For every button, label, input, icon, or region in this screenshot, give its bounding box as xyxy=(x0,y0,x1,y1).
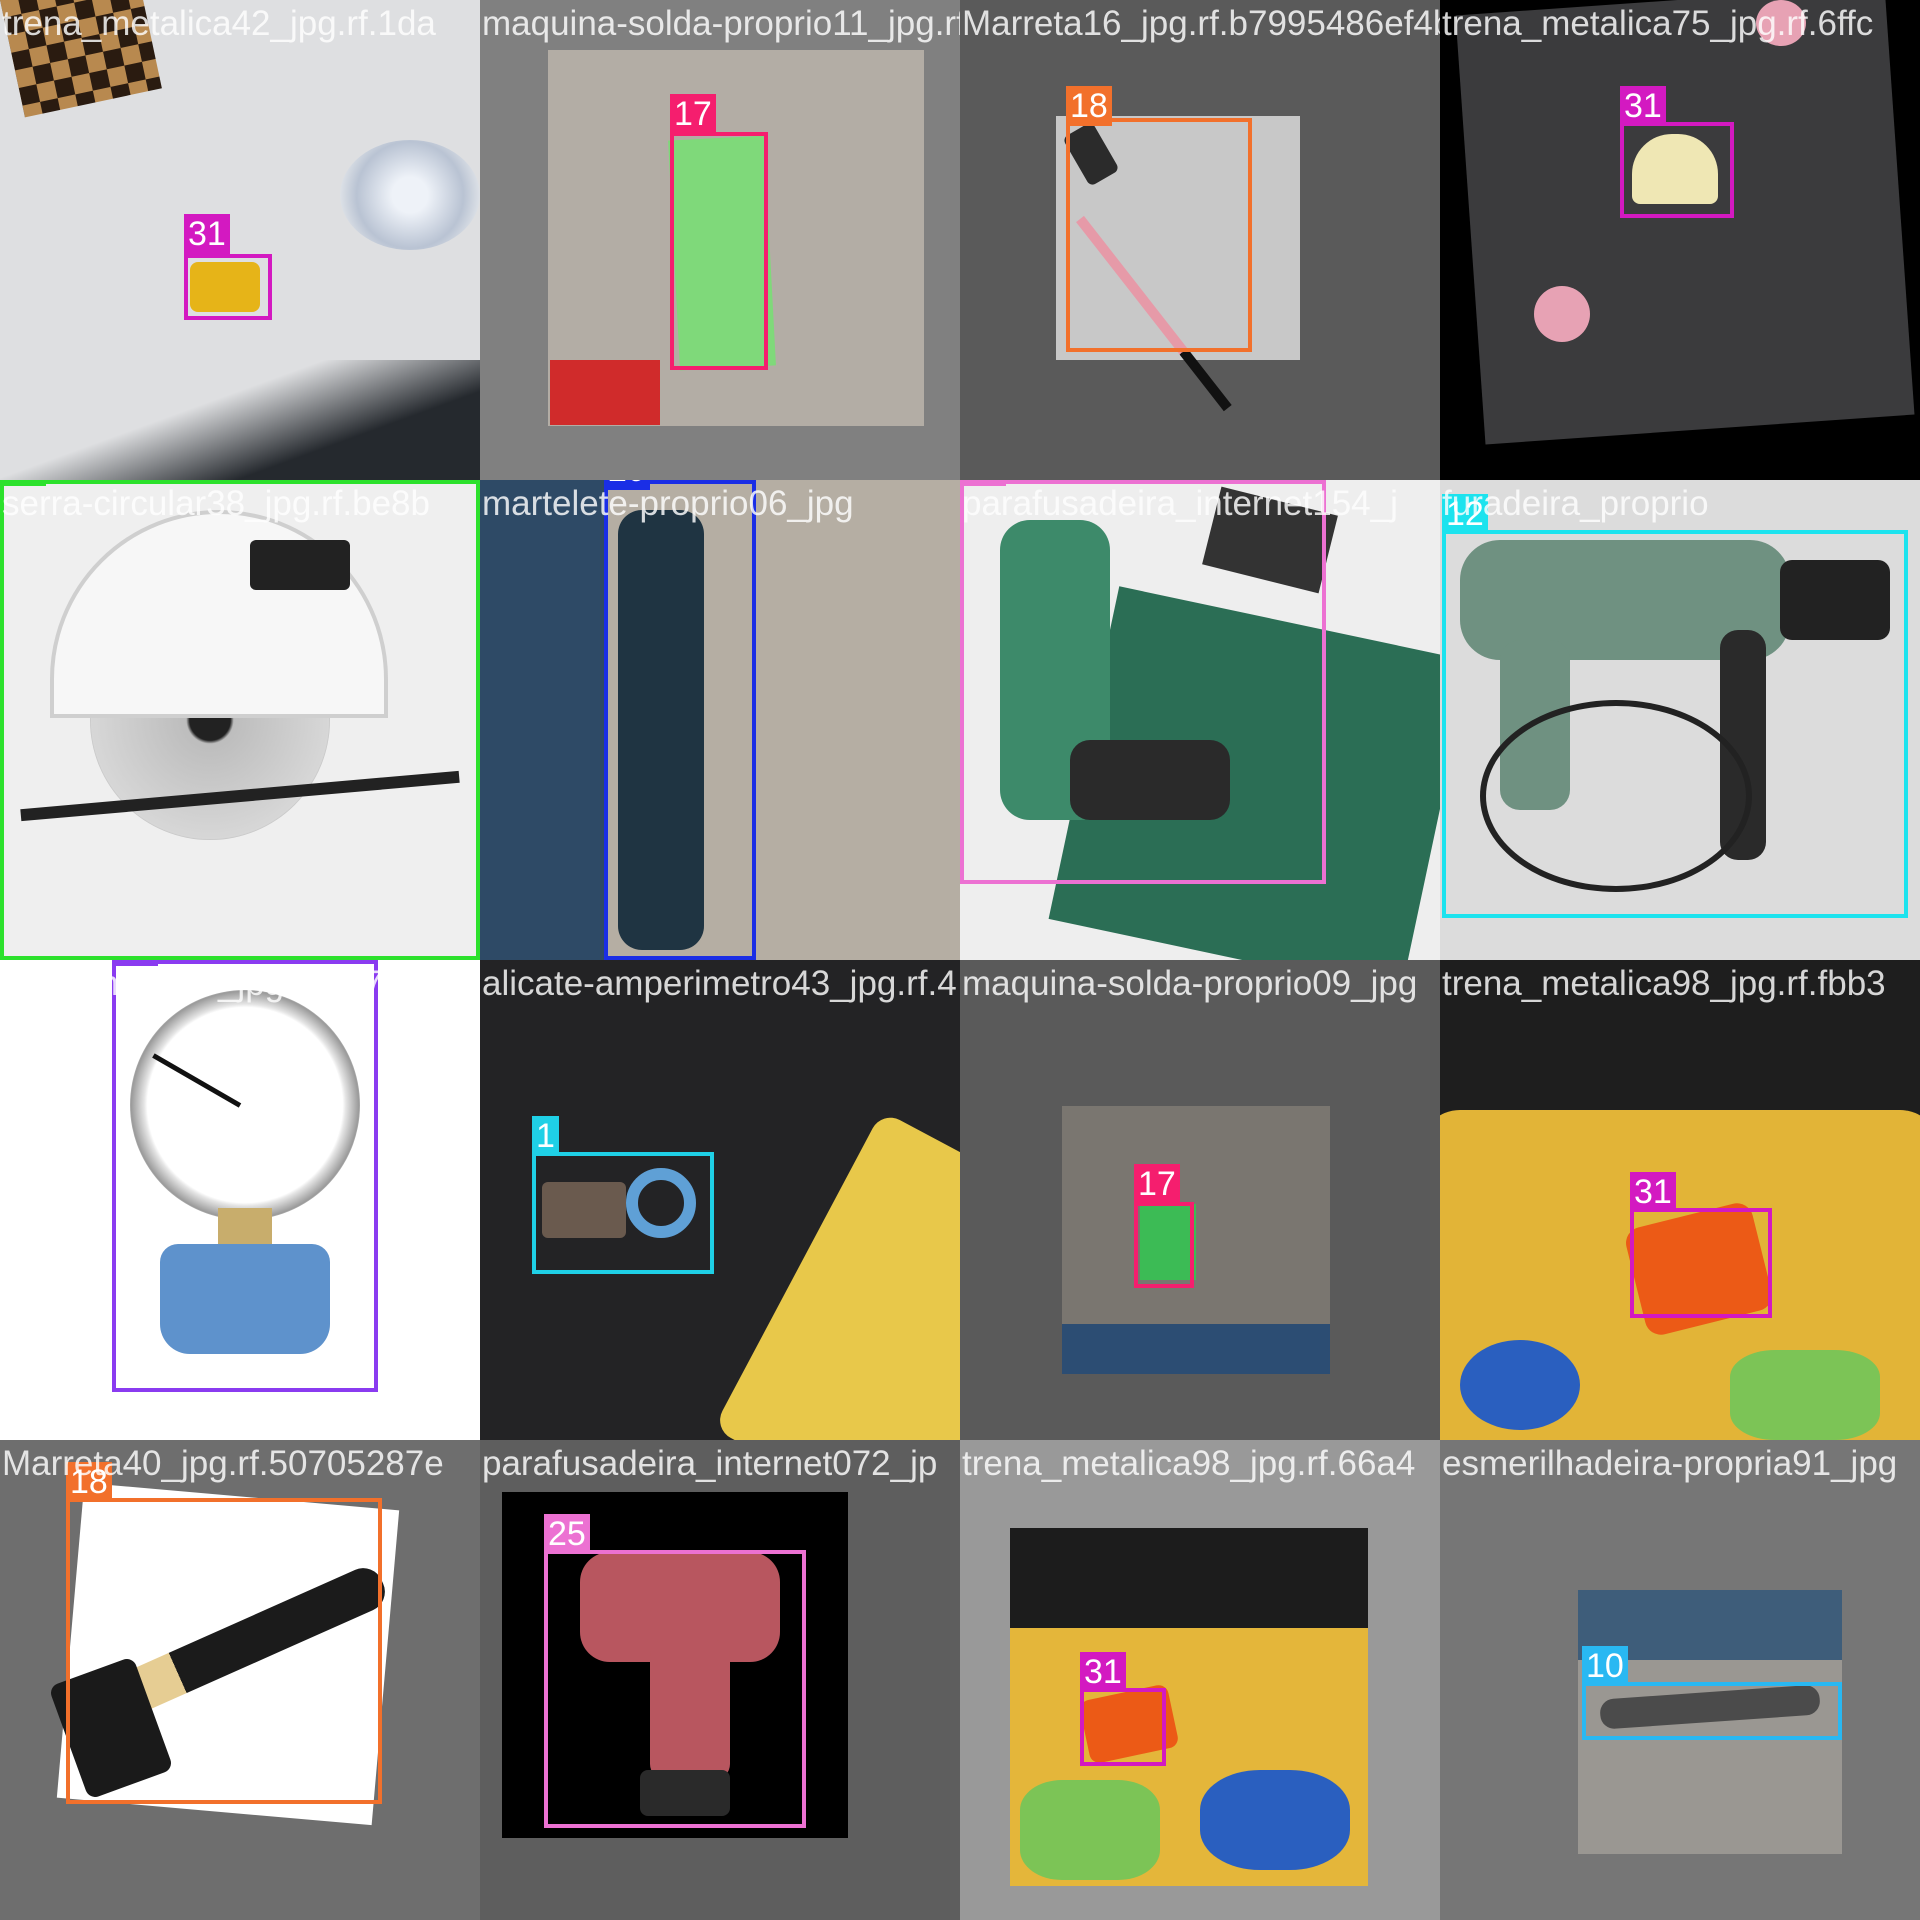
mosaic-tile: 12 furadeira_proprio xyxy=(1440,480,1920,960)
class-label: 10 xyxy=(1582,1646,1628,1686)
class-label: 28 xyxy=(0,480,46,486)
bounding-box xyxy=(604,480,756,960)
bounding-box xyxy=(1620,122,1734,218)
bounding-box xyxy=(670,132,768,370)
class-label: 25 xyxy=(960,480,1006,486)
bounding-box xyxy=(960,480,1326,884)
class-label: 31 xyxy=(1620,86,1666,126)
class-label: 20 xyxy=(604,480,650,490)
mosaic-tile: 18 Marreta40_jpg.rf.50705287e xyxy=(0,1440,480,1920)
tile-photo xyxy=(1455,0,1915,445)
mosaic-tile: 17 maquina-solda-proprio09_jpg xyxy=(960,960,1440,1440)
bounding-box xyxy=(0,480,480,960)
bounding-box xyxy=(1066,118,1252,352)
dark-chair xyxy=(1010,1528,1368,1628)
billiard-ball xyxy=(1534,286,1590,342)
class-label: 17 xyxy=(1134,1164,1180,1204)
comic-shape-green xyxy=(1020,1780,1160,1880)
class-label: 18 xyxy=(66,1462,112,1502)
mosaic-tile: 25 parafusadeira_internet072_jp xyxy=(480,1440,960,1920)
comic-shape-green xyxy=(1730,1350,1880,1440)
class-label: 12 xyxy=(1442,494,1488,534)
class-label: 15 xyxy=(112,960,158,966)
bounding-box xyxy=(1080,1688,1166,1766)
mosaic-tile: 31 trena_metalica42_jpg.rf.1da xyxy=(0,0,480,480)
class-label: 31 xyxy=(1080,1652,1126,1692)
blue-frame xyxy=(1062,1324,1330,1374)
class-label: 31 xyxy=(184,214,230,254)
red-box xyxy=(550,360,660,425)
class-label: 31 xyxy=(1630,1172,1676,1212)
mosaic-tile: 31 trena_metalica98_jpg.rf.66a4 xyxy=(960,1440,1440,1920)
bounding-box xyxy=(1630,1208,1772,1318)
bounding-box xyxy=(544,1550,806,1828)
mosaic-tile: 18 Marreta16_jpg.rf.b7995486ef4b xyxy=(960,0,1440,480)
billiard-ball xyxy=(1756,0,1806,46)
bounding-box xyxy=(1134,1202,1194,1288)
mosaic-tile: 15 manometro30_jpg.rf.2777e1a xyxy=(0,960,480,1440)
comic-shape-blue xyxy=(1200,1770,1350,1870)
detection-mosaic: 31 trena_metalica42_jpg.rf.1da 17 maquin… xyxy=(0,0,1920,1920)
mosaic-tile: 1 alicate-amperimetro43_jpg.rf.4 xyxy=(480,960,960,1440)
mosaic-tile: 31 trena_metalica98_jpg.rf.fbb3 xyxy=(1440,960,1920,1440)
mosaic-tile: 20 martelete-proprio06_jpg xyxy=(480,480,960,960)
mosaic-tile: 25 parafusadeira_internet154_j xyxy=(960,480,1440,960)
class-label: 25 xyxy=(544,1514,590,1554)
mosaic-tile: 10 esmerilhadeira-propria91_jpg xyxy=(1440,1440,1920,1920)
bounding-box xyxy=(112,960,378,1392)
comic-shape-blue xyxy=(1460,1340,1580,1430)
class-label: 1 xyxy=(532,1116,559,1156)
bounding-box xyxy=(532,1152,714,1274)
class-label: 17 xyxy=(670,94,716,134)
bounding-box xyxy=(184,254,272,320)
class-label: 18 xyxy=(1066,86,1112,126)
table-edge xyxy=(0,360,480,480)
mosaic-tile: 28 serra-circular38_jpg.rf.be8b xyxy=(0,480,480,960)
bounding-box xyxy=(1442,530,1908,918)
bounding-box xyxy=(1582,1682,1842,1740)
bounding-box xyxy=(66,1498,382,1804)
glass-bowl xyxy=(340,140,480,250)
mosaic-tile: 17 maquina-solda-proprio11_jpg.rf.371b8c… xyxy=(480,0,960,480)
mosaic-tile: 31 trena_metalica75_jpg.rf.6ffc xyxy=(1440,0,1920,480)
